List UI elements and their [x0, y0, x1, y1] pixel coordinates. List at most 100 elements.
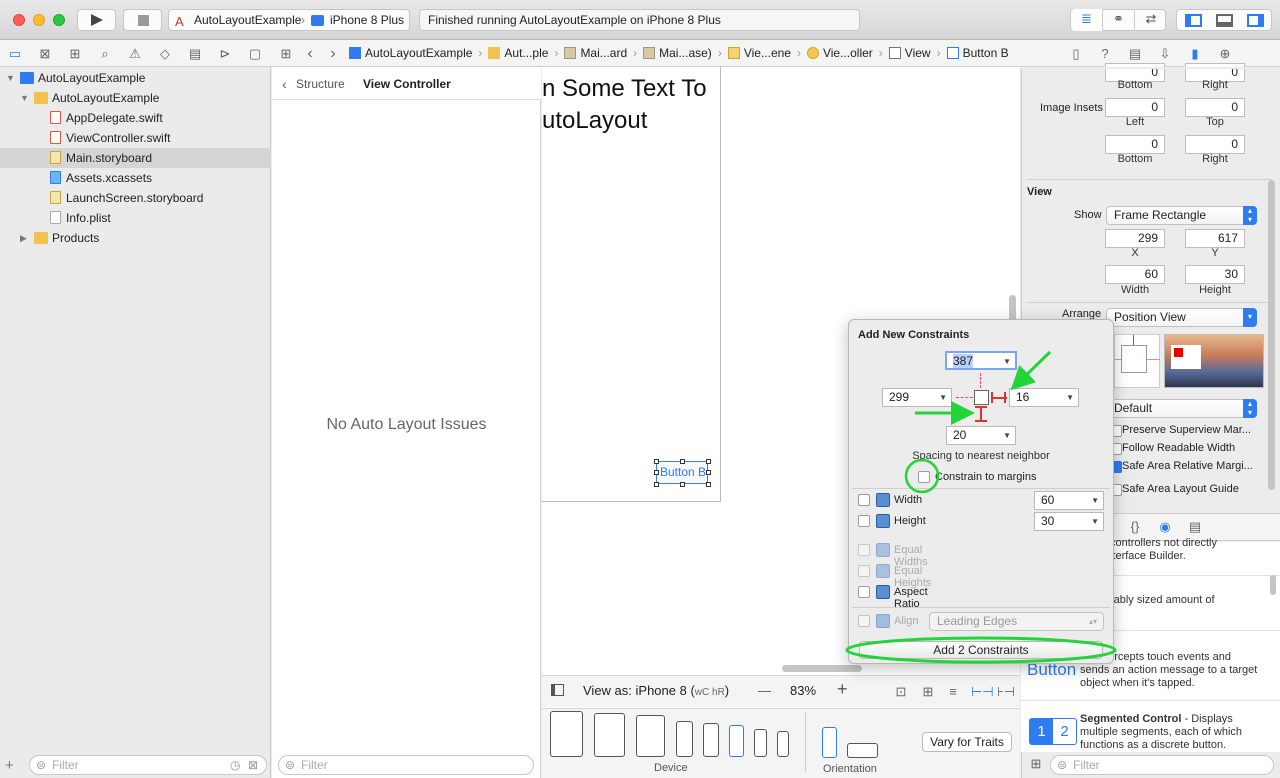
disclosure-closed-icon[interactable]: ▶: [20, 228, 27, 248]
selected-button-b[interactable]: Button B: [656, 461, 708, 484]
ipad-pro-12-device[interactable]: [550, 711, 583, 757]
view-controller-scene[interactable]: n Some Text To utoLayout: [542, 67, 721, 502]
top-spacing-field[interactable]: 387 ▼: [945, 351, 1017, 370]
debug-area-toggle-icon[interactable]: [1216, 14, 1233, 27]
file-tree-row[interactable]: ▼ AutoLayoutExample: [0, 88, 271, 108]
library-scrollbar[interactable]: [1270, 575, 1276, 595]
navigator-filter[interactable]: ⊜ Filter ◷ ⊠: [29, 755, 267, 775]
standard-editor-icon[interactable]: ≣: [1071, 9, 1103, 31]
report-navigator-icon[interactable]: ▢: [247, 46, 263, 62]
stop-button[interactable]: [123, 9, 162, 31]
frame-height-field[interactable]: 30: [1185, 265, 1245, 284]
file-tree-row[interactable]: Assets.xcassets: [0, 168, 271, 188]
scm-filter-icon[interactable]: ⊠: [248, 756, 258, 774]
object-library-icon[interactable]: ◉: [1157, 519, 1173, 535]
back-arrow-icon[interactable]: ‹: [302, 46, 318, 62]
strut-left[interactable]: [1115, 359, 1121, 360]
height-value-field[interactable]: 30 ▼: [1034, 512, 1104, 531]
height-checkbox[interactable]: [858, 515, 870, 527]
show-popup[interactable]: Frame Rectangle ▴ ▾: [1106, 206, 1257, 225]
breakpoint-navigator-icon[interactable]: ⊳: [217, 46, 233, 62]
code-snippet-library-icon[interactable]: {}: [1127, 519, 1143, 535]
file-tree-row[interactable]: Main.storyboard: [0, 148, 271, 168]
ipad-device[interactable]: [636, 715, 665, 757]
issue-navigator-icon[interactable]: ⚠: [127, 46, 143, 62]
test-navigator-icon[interactable]: ◇: [157, 46, 173, 62]
label-line-2[interactable]: utoLayout: [542, 107, 647, 135]
align-popup[interactable]: Leading Edges ▴▾: [929, 612, 1104, 631]
iphone-se-device[interactable]: [754, 729, 767, 757]
forward-arrow-icon[interactable]: ›: [325, 46, 341, 62]
resize-handle[interactable]: [654, 482, 659, 487]
jumpbar-item[interactable]: Vie...ene: [727, 46, 791, 60]
autoresizing-diagram[interactable]: [1114, 334, 1160, 388]
version-editor-icon[interactable]: ⇄: [1135, 9, 1167, 31]
resize-handle[interactable]: [654, 459, 659, 464]
resize-handle[interactable]: [706, 459, 711, 464]
leading-spacing-field[interactable]: 299 ▼: [882, 388, 952, 407]
frame-x-field[interactable]: 299: [1105, 229, 1165, 248]
source-control-icon[interactable]: ⊠: [37, 46, 53, 62]
resize-handle[interactable]: [680, 482, 685, 487]
update-frames-icon[interactable]: ⊡: [893, 684, 909, 700]
library-item-text[interactable]: object when it's tapped.: [1080, 677, 1270, 690]
library-item-text[interactable]: sends an action message to a target: [1080, 664, 1270, 677]
library-item-text[interactable]: Segmented Control - Displays: [1080, 713, 1270, 726]
zoom-out-button[interactable]: —: [758, 683, 771, 698]
jumpbar-item[interactable]: Button B: [946, 46, 1009, 60]
equal-widths-checkbox[interactable]: [858, 544, 870, 556]
back-chevron-icon[interactable]: ‹: [282, 76, 287, 92]
close-window-button[interactable]: [13, 14, 25, 26]
outline-toggle-icon[interactable]: [551, 684, 564, 696]
ipad-pro-10-device[interactable]: [594, 713, 625, 757]
iphone-4s-device[interactable]: [777, 731, 789, 757]
aspect-ratio-checkbox[interactable]: [858, 586, 870, 598]
jumpbar-item[interactable]: View: [888, 46, 931, 60]
media-library-icon[interactable]: ▤: [1187, 519, 1203, 535]
zoom-in-button[interactable]: +: [837, 679, 848, 700]
canvas-horizontal-scrollbar[interactable]: [782, 665, 862, 672]
run-button[interactable]: [77, 9, 116, 31]
file-inspector-icon[interactable]: ▯: [1068, 46, 1084, 62]
file-tree-row[interactable]: LaunchScreen.storyboard: [0, 188, 271, 208]
image-insets-bottom[interactable]: 0: [1105, 135, 1165, 154]
disclosure-open-icon[interactable]: ▼: [20, 88, 29, 108]
width-value-field[interactable]: 60 ▼: [1034, 491, 1104, 510]
portrait-orientation[interactable]: [822, 727, 837, 758]
strut-right[interactable]: [1147, 359, 1160, 360]
jumpbar-item[interactable]: Mai...ard: [564, 46, 627, 60]
bottom-spacing-field[interactable]: 20 ▼: [946, 426, 1016, 445]
label-line-1[interactable]: n Some Text To: [542, 75, 707, 103]
library-item-text[interactable]: multiple segments, each of which: [1080, 726, 1270, 739]
assistant-editor-icon[interactable]: ⚭: [1103, 9, 1135, 31]
jumpbar-item[interactable]: AutoLayoutExample: [349, 46, 472, 60]
minimize-window-button[interactable]: [33, 14, 45, 26]
recent-filter-icon[interactable]: ◷: [230, 756, 240, 774]
resize-handle[interactable]: [706, 482, 711, 487]
inspector-scrollbar[interactable]: [1268, 180, 1275, 490]
resolve-issues-icon[interactable]: ⊦⊣: [997, 684, 1015, 700]
file-tree-row[interactable]: AppDelegate.swift: [0, 108, 271, 128]
symbol-navigator-icon[interactable]: ⊞: [67, 46, 83, 62]
equal-heights-checkbox[interactable]: [858, 565, 870, 577]
jumpbar-item[interactable]: Mai...ase): [643, 46, 712, 60]
library-item-text[interactable]: functions as a discrete button.: [1080, 739, 1270, 752]
constrain-to-margins-checkbox[interactable]: [918, 471, 930, 483]
zoom-window-button[interactable]: [53, 14, 65, 26]
vary-for-traits-button[interactable]: Vary for Traits: [922, 732, 1012, 752]
structure-back-button[interactable]: Structure: [296, 77, 345, 91]
leading-constraint-strut[interactable]: [956, 397, 973, 398]
debug-navigator-icon[interactable]: ▤: [187, 46, 203, 62]
trailing-spacing-field[interactable]: 16 ▼: [1009, 388, 1079, 407]
landscape-orientation[interactable]: [847, 743, 878, 758]
file-tree-row[interactable]: ▶ Products: [0, 228, 271, 248]
view-as-label[interactable]: View as: iPhone 8 (wC hR): [583, 683, 729, 698]
add-constraints-button[interactable]: Add 2 Constraints: [859, 641, 1103, 659]
resize-handle[interactable]: [654, 470, 659, 475]
frame-y-field[interactable]: 617: [1185, 229, 1245, 248]
navigator-toggle-icon[interactable]: [1185, 14, 1202, 27]
add-constraints-icon[interactable]: ⊢⊣: [971, 684, 994, 700]
align-checkbox[interactable]: [858, 615, 870, 627]
iphone-x-device[interactable]: [703, 723, 719, 757]
frame-width-field[interactable]: 60: [1105, 265, 1165, 284]
